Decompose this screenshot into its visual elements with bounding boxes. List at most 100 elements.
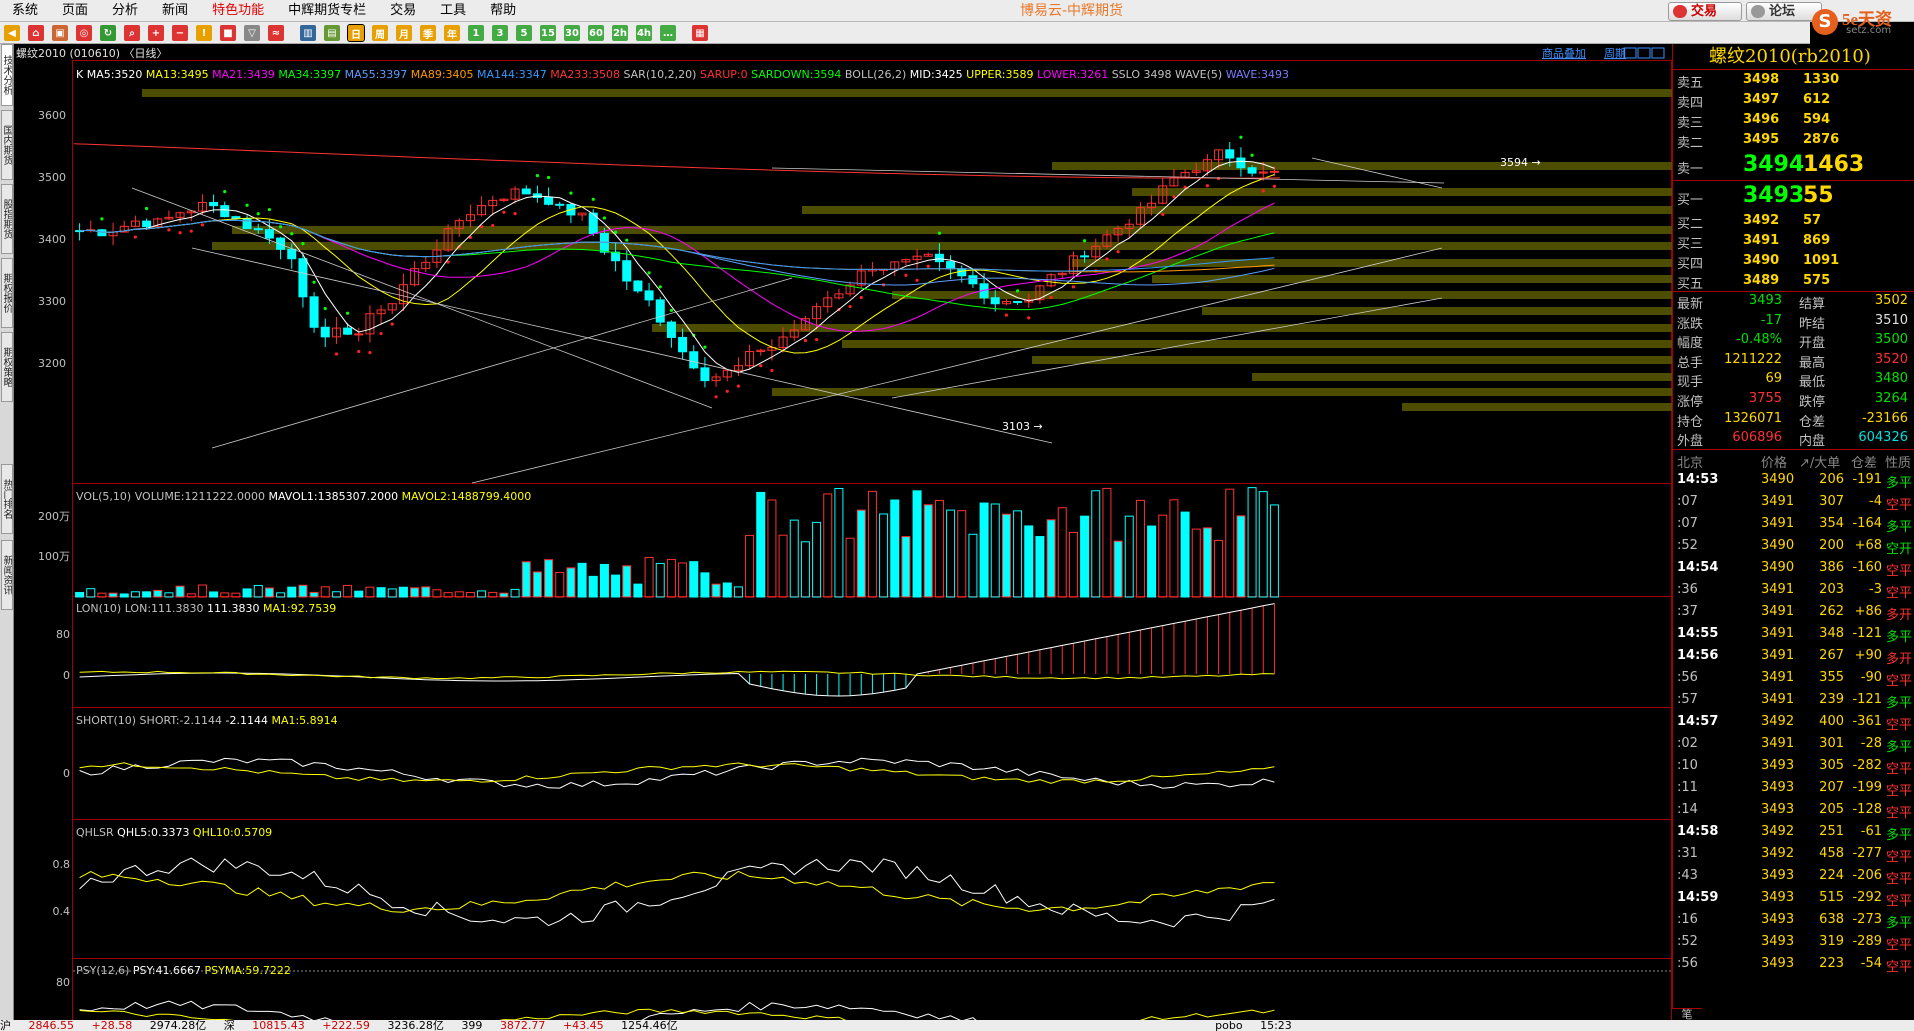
candle-body [1269,170,1279,173]
kline-chart[interactable]: 螺纹2010 (010610) 〈日线〉 商品叠加 周期 K MA5:3520 … [14,44,1722,1031]
tab-index-futures[interactable]: 股指期货 [1,184,13,254]
tab-hot-ranking[interactable]: 热门排名 [1,464,13,534]
ask-row[interactable]: 卖四 3497 612 [1673,90,1914,111]
sar-dot [915,278,919,282]
trade-button[interactable]: 交易 [1668,2,1742,21]
broker-label: pobo [1215,1020,1243,1031]
search-icon[interactable]: ⌕ [124,25,140,41]
menu-help[interactable]: 帮助 [478,0,528,22]
ask-row[interactable]: 卖二 3495 2876 [1673,130,1914,151]
bid1-row[interactable]: 买一 3493 55 [1673,181,1914,211]
ask1-row[interactable]: 卖一 3494 1463 [1673,150,1914,180]
legend-item: MAVOL2:1488799.4000 [398,490,531,503]
sar-dot [312,280,316,284]
volume-bar [577,562,587,598]
sar-dot [379,331,383,336]
bid-row[interactable]: 买二 3492 57 [1673,211,1914,232]
period-30m-icon[interactable]: 30 [564,25,580,41]
period-5m-icon[interactable]: 5 [516,25,532,41]
tick-row: :43 3493 224 -206 空平 [1677,867,1912,887]
refresh-icon[interactable]: ↻ [100,25,116,41]
home-icon[interactable]: ⌂ [28,25,44,41]
menu-system[interactable]: 系统 [0,0,50,22]
period-year-icon[interactable]: 年 [444,25,460,41]
period-custom-icon[interactable]: … [660,25,676,41]
legend-item: UPPER:3589 [963,68,1034,81]
period-2h-icon[interactable]: 2h [612,25,628,41]
stat-row: 外盘 606896 内盘 604326 [1677,430,1908,450]
candle-body [1247,167,1257,174]
tab-technical-analysis[interactable]: 技术分析 [1,44,13,106]
tab-option-quotes[interactable]: 期权报价 [1,258,13,328]
menu-news[interactable]: 新闻 [150,0,200,22]
bid-row[interactable]: 买三 3491 869 [1673,231,1914,252]
menu-zhonghui-column[interactable]: 中辉期货专栏 [276,0,378,22]
sar-dot [1261,189,1265,193]
menu-page[interactable]: 页面 [50,0,100,22]
tick-row: 14:56 3491 267 +90 多开 [1677,647,1912,667]
volume-profile-bar [1402,403,1722,411]
chart-area[interactable]: 螺纹2010 (010610) 〈日线〉 商品叠加 周期 K MA5:3520 … [14,44,1722,1031]
overlay-button[interactable]: 商品叠加 [1542,46,1586,60]
alert-icon[interactable]: ! [196,25,212,41]
price-legend: K MA5:3520 MA13:3495 MA21:3439 MA34:3397… [76,68,1289,81]
legend-item: MA1:92.7539 [260,602,337,615]
trade-button-label: 交易 [1691,4,1718,19]
kline-icon[interactable]: ▥ [300,25,316,41]
ask-row[interactable]: 卖三 3496 594 [1673,110,1914,131]
tick-row: :57 3491 239 -121 多平 [1677,691,1912,711]
tab-news[interactable]: 新闻资讯 [1,540,13,610]
ask-row[interactable]: 卖五 3498 1330 [1673,70,1914,91]
menu-featured[interactable]: 特色功能 [200,0,276,22]
sar-dot [1082,239,1087,243]
menu-tools[interactable]: 工具 [428,0,478,22]
period-15m-icon[interactable]: 15 [540,25,556,41]
period-month-icon[interactable]: 月 [396,25,412,41]
tab-domestic-futures[interactable]: 国内期货 [1,110,13,180]
sar-dot [904,273,908,277]
sar-dot [334,352,339,356]
candle-body [622,260,632,282]
period-1m-icon[interactable]: 1 [468,25,484,41]
tick-footer-tab[interactable]: 笔 [1672,1008,1702,1021]
period-60m-icon[interactable]: 60 [588,25,604,41]
legend-item: MID:3425 [906,68,962,81]
period-day-icon[interactable]: ▤ [324,25,340,41]
logo-site: setz.com [1846,25,1892,36]
legend-item: LOWER:3261 [1033,68,1108,81]
period-button[interactable]: 周期 [1604,47,1626,60]
bid-row[interactable]: 买四 3490 1091 [1673,251,1914,272]
candle-body [142,220,152,228]
left-tab-strip: 技术分析 国内期货 股指期货 期权报价 期权策略 热门排名 新闻资讯 [0,44,14,1031]
zoom-out-icon[interactable]: − [172,25,188,41]
tick-list[interactable]: 14:53 3490 206 -191 多平:07 3491 307 -4 空平:07 3491 3… [1673,469,1914,975]
bid-row[interactable]: 买五 3489 575 [1673,271,1914,292]
volume-bar [923,504,933,598]
calendar-icon[interactable]: ▦ [692,25,708,41]
tick-chart-icon[interactable]: ≈ [268,25,284,41]
volume-bar [153,589,163,598]
cy-label: 399 [461,1020,483,1031]
menu-trade[interactable]: 交易 [378,0,428,22]
volume-tick: 200万 [38,510,70,523]
candle-body [655,299,665,323]
period-week-icon[interactable]: 周 [372,25,388,41]
open-icon[interactable]: ▣ [52,25,68,41]
period-day-active-icon[interactable]: 日 [347,24,365,42]
back-icon[interactable]: ◀ [4,25,20,41]
quote-icon[interactable]: ◎ [76,25,92,41]
candle-body [320,326,330,338]
legend-item: MA144:3347 [474,68,547,81]
lock-icon[interactable]: ■ [220,25,236,41]
filter-icon[interactable]: ▽ [244,25,260,41]
tab-option-strategy[interactable]: 期权策略 [1,332,13,402]
period-4h-icon[interactable]: 4h [636,25,652,41]
forum-button-label: 论坛 [1769,4,1796,19]
zoom-in-icon[interactable]: + [148,25,164,41]
period-3m-icon[interactable]: 3 [492,25,508,41]
menu-analysis[interactable]: 分析 [100,0,150,22]
period-quarter-icon[interactable]: 季 [420,25,436,41]
tick-row: 14:58 3492 251 -61 多平 [1677,823,1912,843]
sar-dot [736,384,741,388]
stats-table: 最新 3493 结算 3502 涨跌 -17 昨结 3510 幅度 -0.48% 开盘 3500 总手 1… [1673,292,1914,449]
